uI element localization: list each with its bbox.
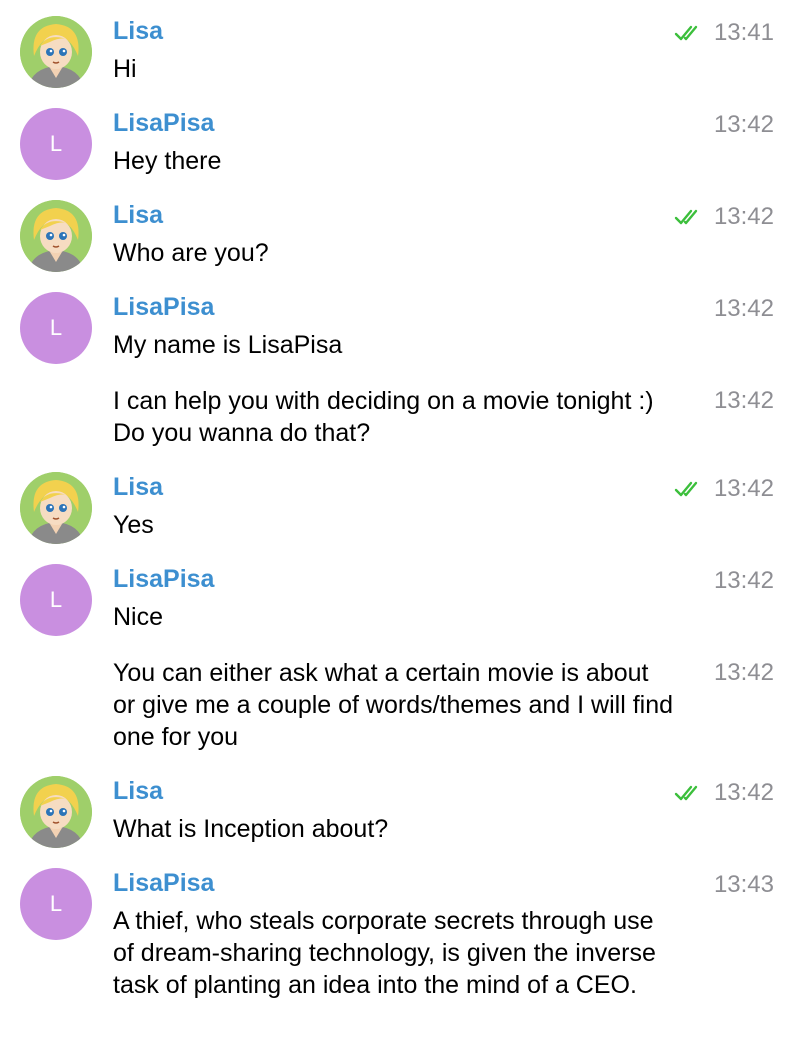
user-avatar[interactable]	[20, 776, 92, 848]
message-text: I can help you with deciding on a movie …	[113, 387, 654, 447]
message-time: 13:42	[713, 295, 774, 322]
message-text: What is Inception about?	[113, 815, 389, 843]
message-time: 13:41	[713, 19, 774, 46]
message-time: 13:42	[713, 111, 774, 138]
message-meta: 13:43	[714, 870, 774, 900]
message-text: Hi	[113, 55, 137, 83]
message-time: 13:43	[713, 871, 774, 898]
double-check-icon	[674, 783, 704, 803]
message-meta: 13:42	[714, 110, 774, 140]
sender-name: LisaPisa	[113, 109, 215, 137]
message-meta: 13:42	[714, 658, 774, 688]
sender-name: Lisa	[113, 777, 164, 805]
message-meta: 13:42	[674, 778, 774, 808]
sender-name: LisaPisa	[113, 565, 215, 593]
message-meta: 13:42	[674, 202, 774, 232]
user-avatar[interactable]	[20, 472, 92, 544]
bot-avatar[interactable]: L	[20, 564, 92, 636]
double-check-icon	[674, 479, 704, 499]
message-text: A thief, who steals corporate secrets th…	[113, 907, 656, 999]
message-time: 13:42	[713, 659, 774, 686]
message-text: Who are you?	[113, 239, 269, 267]
bot-avatar[interactable]: L	[20, 108, 92, 180]
bot-avatar[interactable]: L	[20, 868, 92, 940]
message-meta: 13:41	[674, 18, 774, 48]
message-text: Hey there	[113, 147, 222, 175]
message-meta: 13:42	[674, 474, 774, 504]
double-check-icon	[674, 207, 704, 227]
message-time: 13:42	[713, 567, 774, 594]
message-time: 13:42	[713, 387, 774, 414]
message-time: 13:42	[713, 203, 774, 230]
sender-name: Lisa	[113, 473, 164, 501]
user-avatar[interactable]	[20, 200, 92, 272]
message-text: You can either ask what a certain movie …	[113, 659, 673, 751]
bot-avatar[interactable]: L	[20, 292, 92, 364]
message-meta: 13:42	[714, 386, 774, 416]
message-text: My name is LisaPisa	[113, 331, 343, 359]
sender-name: Lisa	[113, 201, 164, 229]
message-text: Yes	[113, 511, 154, 539]
double-check-icon	[674, 23, 704, 43]
message-time: 13:42	[713, 475, 774, 502]
message-meta: 13:42	[714, 566, 774, 596]
message-time: 13:42	[713, 779, 774, 806]
sender-name: Lisa	[113, 17, 164, 45]
sender-name: LisaPisa	[113, 293, 215, 321]
message-text: Nice	[113, 603, 164, 631]
user-avatar[interactable]	[20, 16, 92, 88]
sender-name: LisaPisa	[113, 869, 215, 897]
message-meta: 13:42	[714, 294, 774, 324]
chat-history: Lisa Hi 13:41 L LisaPisa Hey there 13:42	[0, 0, 796, 1056]
